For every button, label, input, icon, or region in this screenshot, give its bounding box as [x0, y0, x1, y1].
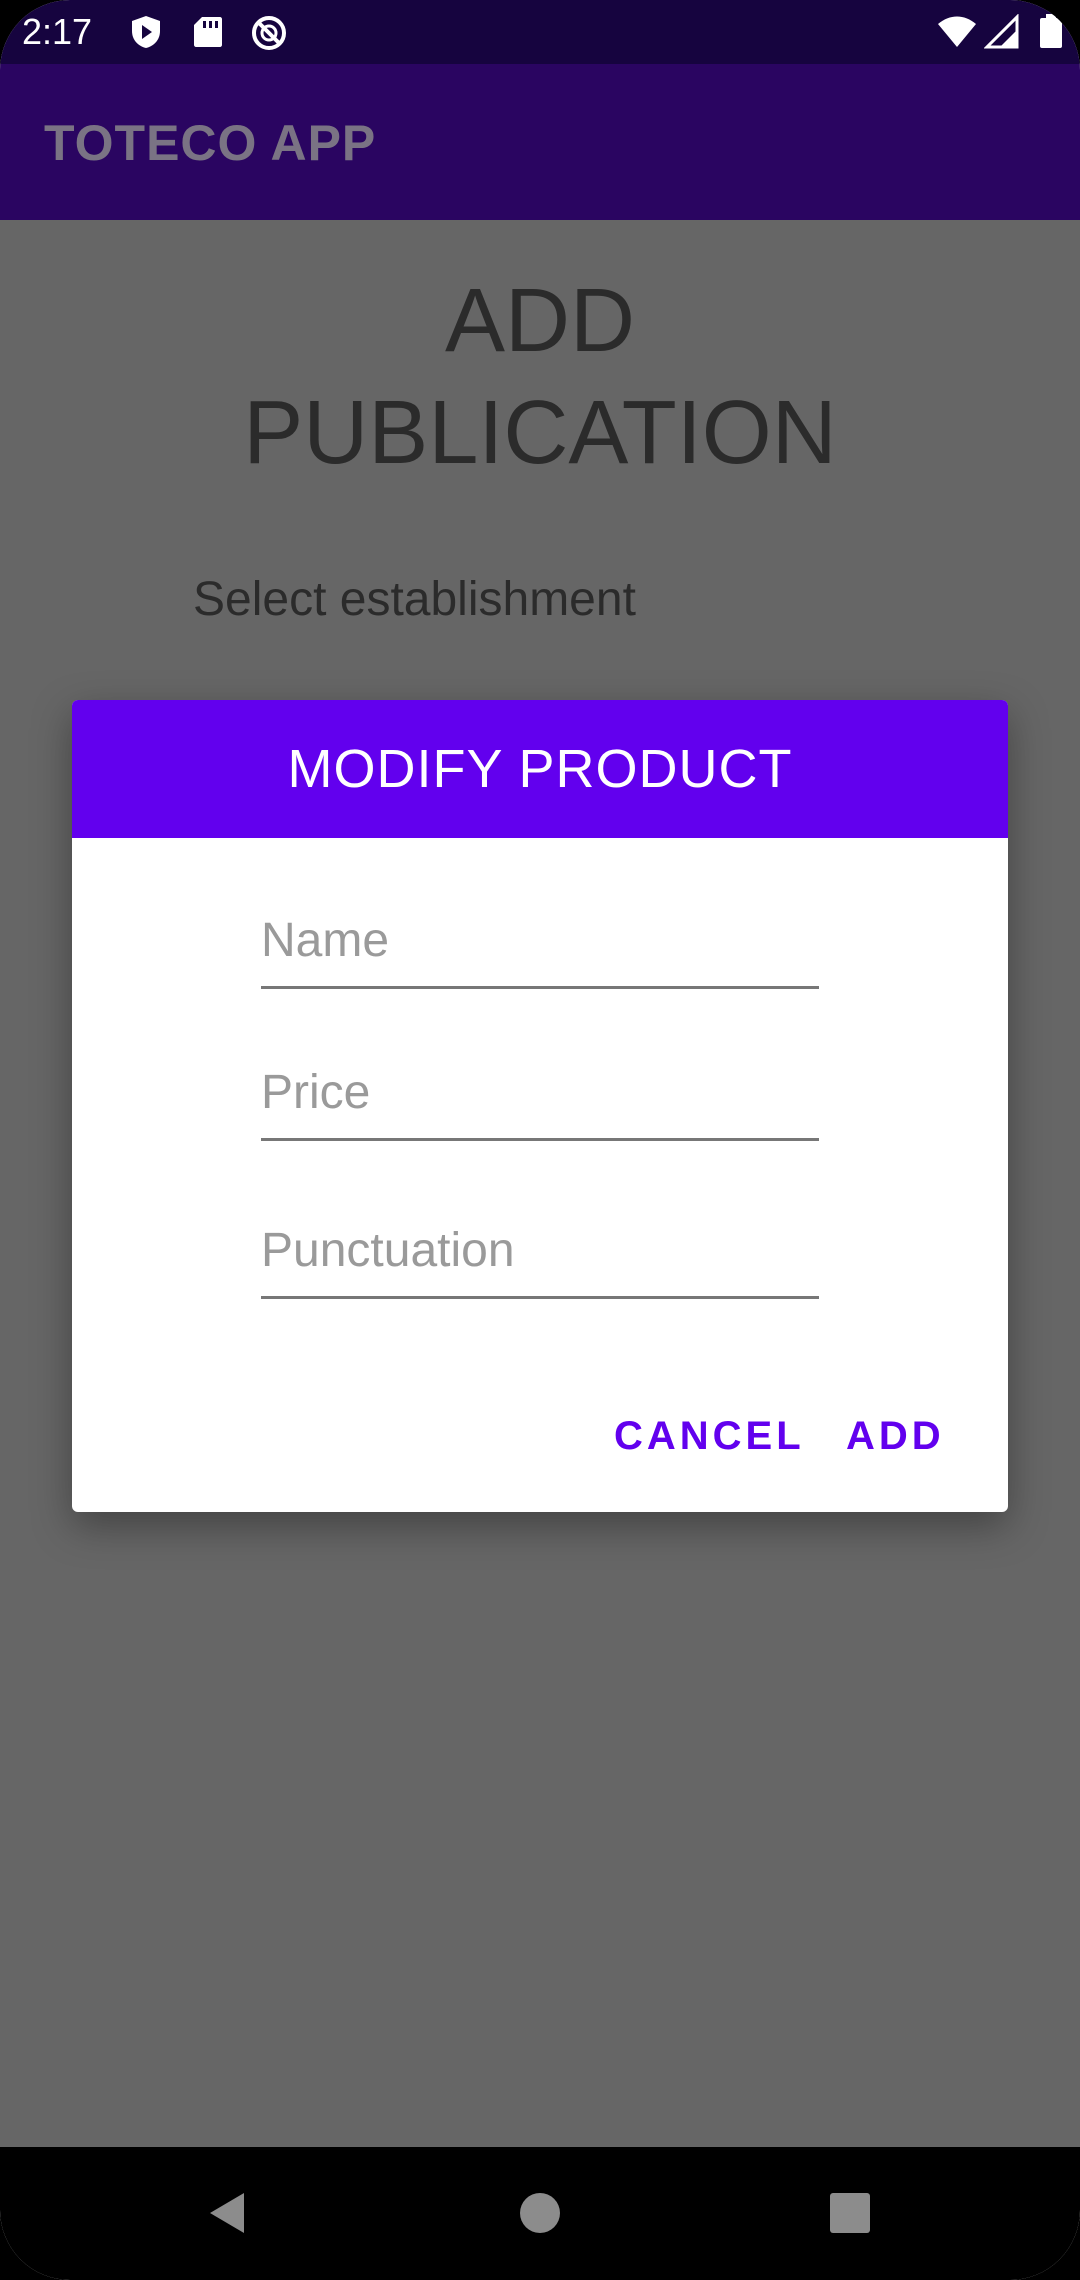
back-icon[interactable] [190, 2177, 262, 2249]
add-button[interactable]: ADD [846, 1400, 945, 1472]
page-title: ADD PUBLICATION [0, 265, 1080, 489]
status-bar: 2:17 [0, 0, 1080, 64]
punctuation-input[interactable] [261, 1210, 819, 1299]
name-input[interactable] [261, 900, 819, 989]
home-icon[interactable] [504, 2177, 576, 2249]
signal-icon [983, 13, 1020, 50]
navigation-bar [0, 2147, 1080, 2280]
device-screen: 2:17 TOTECO APP ADD PUBLICATION Select e… [0, 0, 1080, 2280]
shield-play-icon [128, 14, 164, 50]
dialog-title: MODIFY PRODUCT [287, 739, 793, 799]
status-time: 2:17 [22, 11, 93, 52]
app-bar: TOTECO APP [0, 64, 1080, 220]
wifi-icon [936, 14, 978, 50]
page-title-line-1: ADD [444, 271, 636, 371]
page-title-line-2: PUBLICATION [243, 383, 837, 483]
sd-card-icon [190, 14, 226, 50]
cancel-button[interactable]: CANCEL [614, 1400, 805, 1472]
dialog-header: MODIFY PRODUCT [72, 700, 1008, 838]
app-title: TOTECO APP [44, 115, 377, 171]
battery-icon [1036, 14, 1066, 50]
do-not-disturb-icon [250, 14, 286, 50]
modify-product-dialog: MODIFY PRODUCT CANCEL ADD [72, 700, 1008, 1512]
recents-icon[interactable] [814, 2177, 886, 2249]
price-input[interactable] [261, 1052, 819, 1141]
select-establishment-label[interactable]: Select establishment [193, 572, 636, 627]
